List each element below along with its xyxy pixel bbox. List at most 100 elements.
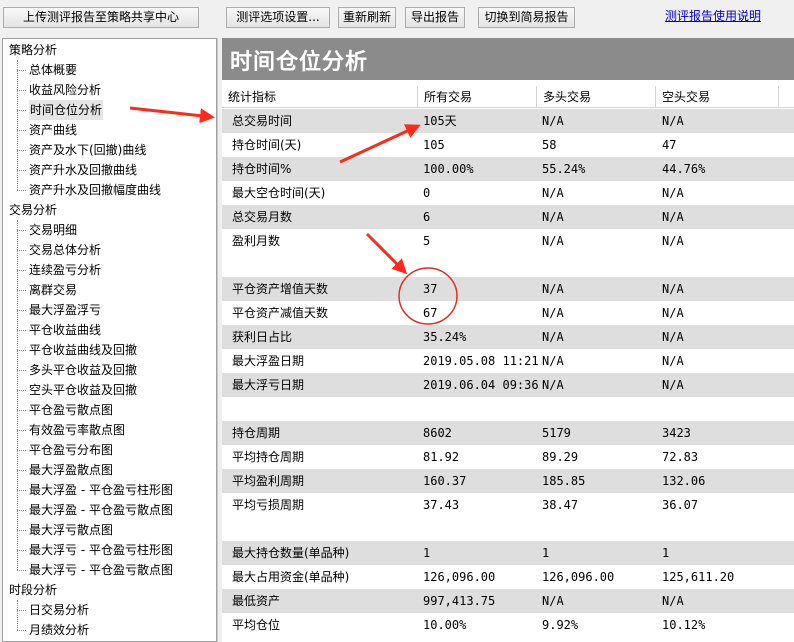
tree-connector <box>17 490 26 491</box>
metric-name-cell: 平均亏损周期 <box>232 498 305 512</box>
tree-item[interactable]: 月绩效分析 <box>29 620 89 640</box>
tree-connector <box>17 370 26 371</box>
tree-connector <box>17 410 26 411</box>
switch-simple-report-button[interactable]: 切换到简易报告 <box>478 7 575 28</box>
tree-connector <box>17 600 18 630</box>
table-row[interactable]: 总交易时间 105天 N/A N/A <box>222 109 794 133</box>
table-row[interactable]: 持仓周期 8602 5179 3423 <box>222 421 794 445</box>
value-cell: N/A <box>542 378 564 392</box>
value-cell: 81.92 <box>423 450 460 464</box>
value-cell: N/A <box>542 306 564 320</box>
tree-item[interactable]: 最大浮亏散点图 <box>29 520 113 540</box>
table-row[interactable]: 平均盈利周期 160.37 185.85 132.06 <box>222 469 794 493</box>
metric-name-cell: 持仓时间(天) <box>232 138 302 152</box>
tree-item[interactable]: 空头平仓收益及回撤 <box>29 380 137 400</box>
column-header-long-trades[interactable]: 多头交易 <box>537 86 656 108</box>
value-cell: 9.92% <box>542 618 579 632</box>
tree-connector <box>17 630 26 631</box>
metric-name-cell: 盈利月数 <box>232 234 281 248</box>
value-cell: 58 <box>542 138 557 152</box>
tree-item[interactable]: 最大浮盈 - 平仓盈亏柱形图 <box>29 480 173 500</box>
table-row[interactable]: 平均仓位 10.00% 9.92% 10.12% <box>222 613 794 637</box>
table-row[interactable]: 获利日占比 35.24% N/A N/A <box>222 325 794 349</box>
upload-report-button[interactable]: 上传测评报告至策略共享中心 <box>3 7 199 28</box>
value-cell: 105 <box>423 138 445 152</box>
table-row[interactable]: 持仓时间% 100.00% 55.24% 44.76% <box>222 157 794 181</box>
metric-name-cell: 平均盈利周期 <box>232 474 305 488</box>
value-cell: 35.24% <box>423 330 467 344</box>
tree-connector <box>17 90 26 91</box>
table-row[interactable] <box>222 253 794 277</box>
tree-item[interactable]: 资产及水下(回撤)曲线 <box>29 140 146 160</box>
toolbar: 上传测评报告至策略共享中心 测评选项设置... 重新刷新 导出报告 切换到简易报… <box>0 0 794 34</box>
tree-connector <box>17 530 26 531</box>
table-row[interactable] <box>222 517 794 541</box>
tree-item[interactable]: 最大浮亏 - 平仓盈亏散点图 <box>29 560 173 580</box>
table-row[interactable]: 最低资产 997,413.75 N/A N/A <box>222 589 794 613</box>
table-row[interactable]: 盈利月数 5 N/A N/A <box>222 229 794 253</box>
tree-item[interactable]: 平仓盈亏分布图 <box>29 440 113 460</box>
tree-item[interactable]: 连续盈亏分析 <box>29 260 101 280</box>
table-row[interactable]: 总交易月数 6 N/A N/A <box>222 205 794 229</box>
table-row[interactable] <box>222 397 794 421</box>
tree-item[interactable]: 总体概要 <box>29 60 77 80</box>
help-link[interactable]: 测评报告使用说明 <box>665 7 761 24</box>
table-row[interactable]: 最大空仓时间(天) 0 N/A N/A <box>222 181 794 205</box>
table-row[interactable]: 平仓资产减值天数 67 N/A N/A <box>222 301 794 325</box>
table-row[interactable]: 持仓时间(天) 105 58 47 <box>222 133 794 157</box>
tree-item[interactable]: 交易总体分析 <box>29 240 101 260</box>
tree-group-1[interactable]: 交易分析 <box>9 200 57 220</box>
table-row[interactable]: 最大持仓数量(单品种) 1 1 1 <box>222 541 794 565</box>
tree-item[interactable]: 收益风险分析 <box>29 80 101 100</box>
tree-item[interactable]: 平仓收益曲线及回撤 <box>29 340 137 360</box>
tree-item[interactable]: 有效盈亏率散点图 <box>29 420 125 440</box>
refresh-button[interactable]: 重新刷新 <box>338 7 396 28</box>
value-cell: N/A <box>662 594 684 608</box>
value-cell: N/A <box>662 378 684 392</box>
tree-item[interactable]: 最大浮盈浮亏 <box>29 300 101 320</box>
table-row[interactable]: 平均亏损周期 37.43 38.47 36.07 <box>222 493 794 517</box>
tree-item[interactable]: 时间仓位分析 <box>29 100 104 120</box>
report-title-bar: 时间仓位分析 <box>222 38 794 80</box>
tree-item[interactable]: 最大浮盈 - 平仓盈亏散点图 <box>29 500 173 520</box>
tree-item[interactable]: 资产升水及回撤幅度曲线 <box>29 180 161 200</box>
value-cell: 36.07 <box>662 498 699 512</box>
tree-item[interactable]: 日交易分析 <box>29 600 89 620</box>
column-header-metric[interactable]: 统计指标 <box>222 86 418 108</box>
tree-item[interactable]: 资产升水及回撤曲线 <box>29 160 137 180</box>
tree-connector <box>17 510 26 511</box>
tree-group-2[interactable]: 时段分析 <box>9 580 57 600</box>
tree-connector <box>17 290 26 291</box>
tree-item[interactable]: 离群交易 <box>29 280 77 300</box>
value-cell: 6 <box>423 210 431 224</box>
metric-name-cell: 最大浮亏日期 <box>232 378 305 392</box>
value-cell: 10.12% <box>662 618 706 632</box>
tree-item[interactable]: 平仓盈亏散点图 <box>29 400 113 420</box>
metric-name-cell: 最低资产 <box>232 594 281 608</box>
tree-item[interactable]: 最大浮盈散点图 <box>29 460 113 480</box>
export-report-button[interactable]: 导出报告 <box>405 7 465 28</box>
tree-item[interactable]: 多头平仓收益及回撤 <box>29 360 137 380</box>
table-row[interactable]: 最大浮亏日期 2019.06.04 09:36 N/A N/A <box>222 373 794 397</box>
table-row[interactable]: 平均持仓周期 81.92 89.29 72.83 <box>222 445 794 469</box>
value-cell: 5179 <box>542 426 571 440</box>
column-header-all-trades[interactable]: 所有交易 <box>418 86 537 108</box>
tree-group-0[interactable]: 策略分析 <box>9 40 57 60</box>
report-panel: 时间仓位分析 统计指标 所有交易 多头交易 空头交易 总交易时间 105天 N/A N… <box>222 38 794 642</box>
value-cell: N/A <box>662 306 684 320</box>
tree-connector <box>17 220 18 570</box>
value-cell: N/A <box>662 330 684 344</box>
tree-item[interactable]: 资产曲线 <box>29 120 77 140</box>
evaluation-settings-button[interactable]: 测评选项设置... <box>226 7 330 28</box>
table-row[interactable]: 平仓资产增值天数 37 N/A N/A <box>222 277 794 301</box>
tree-item[interactable]: 平仓收益曲线 <box>29 320 101 340</box>
value-cell: N/A <box>662 234 684 248</box>
value-cell: N/A <box>542 114 564 128</box>
column-header-short-trades[interactable]: 空头交易 <box>656 86 779 108</box>
tree-item[interactable]: 交易明细 <box>29 220 77 240</box>
table-row[interactable]: 最大占用资金(单品种) 126,096.00 126,096.00 125,611.2… <box>222 565 794 589</box>
tree-item[interactable]: 最大浮亏 - 平仓盈亏柱形图 <box>29 540 173 560</box>
table-row[interactable]: 最大浮盈日期 2019.05.08 11:21 N/A N/A <box>222 349 794 373</box>
metric-name-cell: 持仓时间% <box>232 162 292 176</box>
value-cell: 1 <box>542 546 550 560</box>
